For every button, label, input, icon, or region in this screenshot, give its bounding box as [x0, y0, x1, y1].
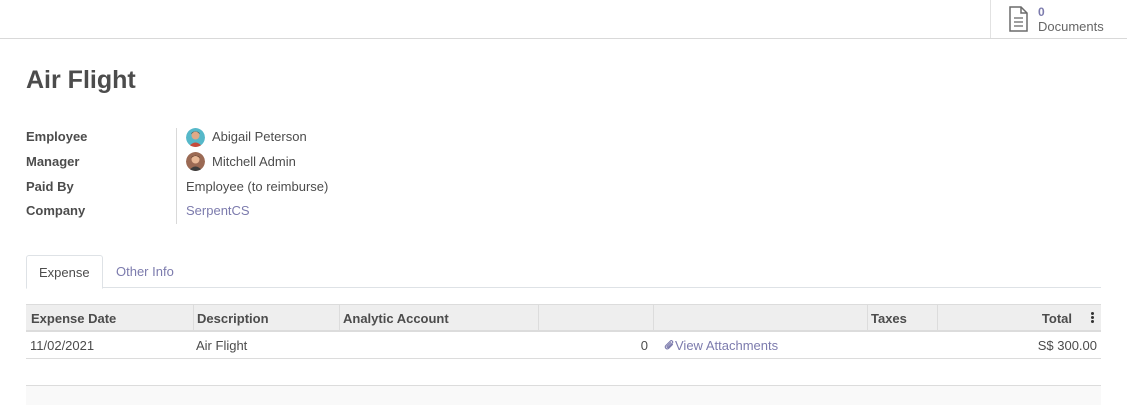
documents-count: 0 [1038, 5, 1045, 19]
tab-expense[interactable]: Expense [26, 255, 103, 289]
cell-description: Air Flight [196, 338, 248, 353]
manager-value[interactable]: Mitchell Admin [212, 154, 296, 169]
view-attachments-label[interactable]: View Attachments [675, 338, 778, 353]
cell-expense-date: 11/02/2021 [30, 338, 95, 353]
company-value[interactable]: SerpentCS [186, 203, 250, 218]
record-title: Air Flight [26, 66, 136, 94]
column-header-attachments[interactable] [654, 305, 868, 331]
paid-by-label: Paid By [26, 179, 74, 194]
paid-by-value: Employee (to reimburse) [186, 179, 329, 194]
employee-avatar [186, 128, 205, 147]
company-field-row: Company SerpentCS [26, 200, 626, 222]
column-header-expense-date[interactable]: Expense Date [26, 305, 194, 331]
column-header-description[interactable]: Description [194, 305, 340, 331]
column-header-total[interactable]: Total [938, 305, 1101, 331]
view-attachments-link[interactable]: View Attachments [664, 332, 778, 359]
table-row[interactable]: 11/02/2021 Air Flight 0 View Attachments… [26, 332, 1101, 359]
manager-avatar [186, 152, 205, 171]
column-header-taxes[interactable]: Taxes [868, 305, 938, 331]
documents-label: Documents [1038, 19, 1104, 34]
column-header-analytic-account[interactable]: Analytic Account [340, 305, 539, 331]
button-box: 0 Documents [0, 0, 1127, 39]
cell-total: S$ 300.00 [1037, 338, 1097, 353]
paid-by-field-row: Paid By Employee (to reimburse) [26, 176, 626, 198]
manager-label: Manager [26, 154, 80, 169]
manager-field-row: Manager [26, 151, 626, 173]
table-header: Expense Date Description Analytic Accoun… [26, 304, 1101, 332]
notebook-tabs: Expense Other Info [26, 255, 1101, 289]
company-label: Company [26, 203, 86, 218]
kebab-menu-icon[interactable] [1091, 312, 1095, 324]
expense-lines-table: Expense Date Description Analytic Accoun… [26, 304, 1101, 359]
employee-field-row: Employee [26, 126, 626, 148]
cell-quantity: 0 [640, 338, 648, 353]
tab-other-info[interactable]: Other Info [104, 255, 186, 288]
column-header-quantity[interactable] [539, 305, 654, 331]
table-footer [26, 385, 1101, 405]
employee-value[interactable]: Abigail Peterson [212, 129, 307, 144]
document-icon [1009, 6, 1028, 32]
employee-label: Employee [26, 129, 88, 144]
paperclip-icon [664, 340, 674, 350]
documents-button[interactable]: 0 Documents [990, 0, 1127, 38]
